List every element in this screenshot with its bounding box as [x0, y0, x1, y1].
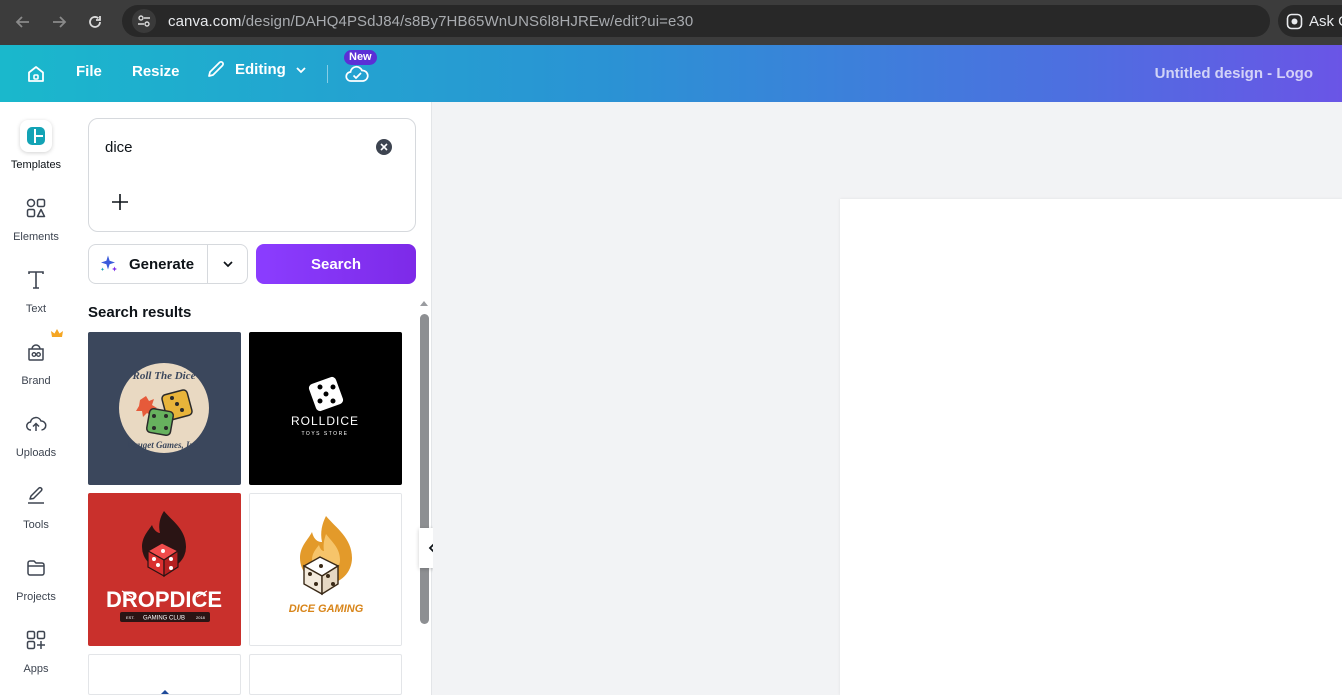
- scroll-up-arrow-icon[interactable]: [418, 298, 430, 308]
- back-button[interactable]: [5, 4, 41, 40]
- template-result-rolldice[interactable]: ROLLDICE TOYS STORE: [249, 332, 402, 485]
- url-text: canva.com/design/DAHQ4PSdJ84/s8By7HB65Wn…: [168, 13, 693, 30]
- tile-2-line-1: ROLLDICE: [291, 414, 359, 428]
- clear-search-icon[interactable]: [375, 138, 393, 156]
- tile-3-line-2: GAMING CLUB: [143, 616, 185, 622]
- rail-item-uploads[interactable]: Uploads: [0, 408, 72, 476]
- tools-icon: [20, 480, 52, 512]
- header-divider: [327, 65, 328, 83]
- home-icon: [28, 66, 44, 82]
- tile-3-left-tag: EST.: [126, 615, 134, 620]
- rail-item-elements[interactable]: Elements: [0, 192, 72, 260]
- file-menu[interactable]: File: [76, 63, 102, 80]
- rail-label: Tools: [23, 519, 49, 531]
- brand-icon: [20, 336, 52, 368]
- rail-item-templates[interactable]: Templates: [0, 120, 72, 188]
- ask-google-button[interactable]: Ask G: [1278, 5, 1342, 37]
- tile-2-line-2: TOYS STORE: [301, 431, 348, 437]
- generate-button[interactable]: Generate: [88, 244, 208, 284]
- rail-item-tools[interactable]: Tools: [0, 480, 72, 548]
- tile-1-line-2: Fauget Games, Inc.: [126, 440, 201, 450]
- tile-3-line-1: DROPDICE: [106, 587, 222, 612]
- reload-icon: [89, 16, 101, 28]
- elements-icon: [20, 192, 52, 224]
- search-input[interactable]: [105, 137, 365, 157]
- apps-icon: [20, 624, 52, 656]
- partial-logo: [161, 690, 169, 694]
- tile-4-line-1: DICE GAMING: [289, 603, 364, 615]
- panel-scrollbar-thumb[interactable]: [420, 314, 429, 624]
- crown-icon: [51, 329, 63, 337]
- sparkle-icon: [100, 255, 117, 272]
- forward-button[interactable]: [41, 4, 77, 40]
- site-info-icon[interactable]: [132, 9, 156, 33]
- results-title: Search results: [88, 304, 192, 321]
- editor-header: File Resize Editing New Untitled design …: [0, 45, 1342, 102]
- dice-gaming-logo: DICE GAMING: [250, 494, 401, 645]
- chevron-down-icon: [222, 261, 233, 268]
- search-button[interactable]: Search: [256, 244, 416, 284]
- tile-1-line-1: Roll The Dice: [132, 370, 196, 382]
- tile-3-right-tag: 2018: [196, 615, 206, 620]
- rail-item-apps[interactable]: Apps: [0, 624, 72, 692]
- url-path: /design/DAHQ4PSdJ84/s8By7HB65WnUNS6l8HJR…: [241, 12, 694, 30]
- design-page[interactable]: [840, 199, 1342, 695]
- rail-label: Brand: [21, 375, 51, 387]
- rail-item-projects[interactable]: Projects: [0, 552, 72, 620]
- editing-mode-dropdown[interactable]: Editing: [206, 59, 308, 79]
- design-canvas-area: [433, 102, 1342, 695]
- browser-toolbar: canva.com/design/DAHQ4PSdJ84/s8By7HB65Wn…: [0, 0, 1342, 45]
- resize-button[interactable]: Resize: [132, 63, 180, 80]
- url-host: canva.com: [168, 12, 242, 30]
- add-attachment-icon[interactable]: [109, 191, 131, 213]
- rail-label: Apps: [23, 663, 49, 675]
- template-result-dropdice[interactable]: DROPDICE GAMING CLUB EST. 2018: [88, 493, 241, 646]
- design-title[interactable]: Untitled design - Logo: [1155, 65, 1313, 82]
- rolldice-logo: ROLLDICE TOYS STORE: [249, 332, 402, 485]
- template-result-partial[interactable]: [88, 654, 241, 695]
- rail-item-text[interactable]: Text: [0, 264, 72, 332]
- roll-the-dice-logo: Roll The Dice Fauget Games, Inc.: [88, 332, 241, 485]
- search-box: [88, 118, 416, 232]
- rail-label: Templates: [10, 159, 62, 171]
- reload-button[interactable]: [77, 4, 113, 40]
- template-result-dice-gaming[interactable]: DICE GAMING: [249, 493, 402, 646]
- text-icon: [20, 264, 52, 296]
- arrow-right-icon: [53, 16, 67, 28]
- cloud-check-icon[interactable]: [345, 63, 369, 85]
- rail-label: Projects: [16, 591, 56, 603]
- address-bar[interactable]: canva.com/design/DAHQ4PSdJ84/s8By7HB65Wn…: [122, 5, 1270, 37]
- template-result-roll-the-dice[interactable]: Roll The Dice Fauget Games, Inc.: [88, 332, 241, 485]
- chevron-down-icon: [296, 67, 306, 74]
- templates-panel: Generate Search Search results Roll The …: [72, 102, 432, 695]
- rail-label: Text: [25, 303, 47, 315]
- ask-label: Ask G: [1309, 12, 1342, 30]
- template-result-partial[interactable]: [249, 654, 402, 695]
- generate-label: Generate: [129, 255, 195, 273]
- rail-label: Uploads: [15, 447, 57, 459]
- home-button[interactable]: [22, 61, 50, 87]
- projects-icon: [20, 552, 52, 584]
- uploads-icon: [20, 408, 52, 440]
- left-icon-rail: Templates Elements Text Brand Uploads To…: [0, 102, 72, 695]
- arrow-left-icon: [15, 16, 29, 28]
- new-badge: New: [344, 50, 377, 65]
- pencil-icon: [208, 61, 224, 77]
- templates-icon: [20, 120, 52, 152]
- generate-options-dropdown[interactable]: [207, 244, 248, 284]
- rail-item-brand[interactable]: Brand: [0, 336, 72, 404]
- dropdice-logo: DROPDICE GAMING CLUB EST. 2018: [88, 493, 241, 646]
- rail-label: Elements: [13, 231, 59, 243]
- editing-label: Editing: [235, 60, 286, 78]
- lens-icon: [1286, 13, 1303, 29]
